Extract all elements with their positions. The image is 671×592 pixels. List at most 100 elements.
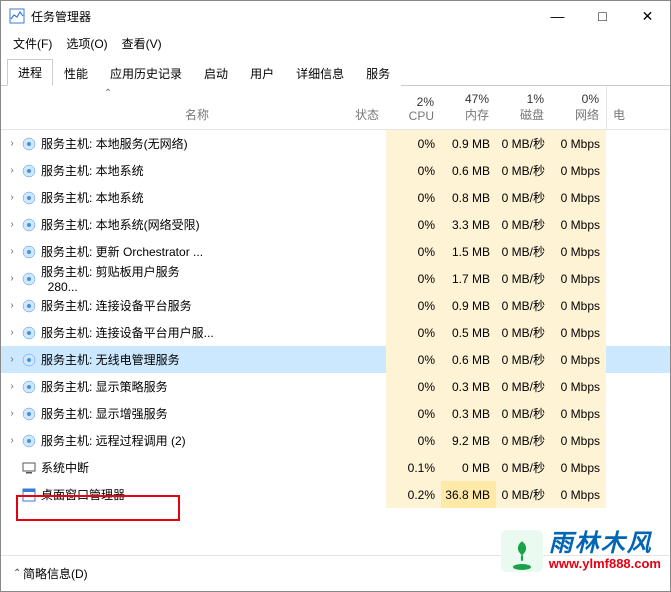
cell-disk: 0 MB/秒 xyxy=(496,292,551,319)
column-network[interactable]: 0% 网络 xyxy=(551,86,606,129)
table-row[interactable]: ›服务主机: 显示策略服务0%0.3 MB0 MB/秒0 Mbps xyxy=(1,373,670,400)
table-row[interactable]: 桌面窗口管理器0.2%36.8 MB0 MB/秒0 Mbps xyxy=(1,481,670,508)
cell-network: 0 Mbps xyxy=(551,454,606,481)
cell-cpu: 0% xyxy=(386,184,441,211)
brief-info-button[interactable]: 简略信息(D) xyxy=(23,565,88,582)
expand-chevron-icon[interactable]: › xyxy=(5,138,19,149)
column-disk[interactable]: 1% 磁盘 xyxy=(496,86,551,129)
expand-chevron-icon[interactable]: › xyxy=(5,408,19,419)
cell-memory: 36.8 MB xyxy=(441,481,496,508)
cell-network: 0 Mbps xyxy=(551,184,606,211)
expand-chevron-icon[interactable]: › xyxy=(5,327,19,338)
process-rows: ›服务主机: 本地服务(无网络)0%0.9 MB0 MB/秒0 Mbps›服务主… xyxy=(1,130,670,555)
expand-chevron-icon[interactable]: › xyxy=(5,354,19,365)
column-name-label: 名称 xyxy=(7,106,209,123)
cell-status xyxy=(216,211,386,238)
app-icon xyxy=(9,8,25,24)
cell-disk: 0 MB/秒 xyxy=(496,184,551,211)
cell-status xyxy=(216,319,386,346)
process-name: 服务主机: 远程过程调用 (2) xyxy=(41,432,186,449)
cell-extra xyxy=(606,211,620,238)
expand-chevron-icon[interactable]: › xyxy=(5,273,19,284)
cell-disk: 0 MB/秒 xyxy=(496,346,551,373)
expand-chevron-icon[interactable]: › xyxy=(5,381,19,392)
table-row[interactable]: 系统中断0.1%0 MB0 MB/秒0 Mbps xyxy=(1,454,670,481)
tab-users[interactable]: 用户 xyxy=(239,60,285,86)
cell-network: 0 Mbps xyxy=(551,238,606,265)
cell-cpu: 0% xyxy=(386,238,441,265)
network-percent: 0% xyxy=(557,92,599,106)
tab-performance[interactable]: 性能 xyxy=(53,60,99,86)
cell-extra xyxy=(606,454,620,481)
expand-chevron-icon[interactable]: › xyxy=(5,192,19,203)
collapse-chevron-icon[interactable]: ⌃ xyxy=(9,568,23,579)
cell-memory: 0.8 MB xyxy=(441,184,496,211)
close-button[interactable]: ✕ xyxy=(625,1,670,31)
disk-percent: 1% xyxy=(502,92,544,106)
cell-memory: 0.3 MB xyxy=(441,373,496,400)
cell-status xyxy=(216,427,386,454)
table-row[interactable]: › 服务主机: 本地系统 0%0.8 MB0 MB/秒0 Mbps xyxy=(1,184,670,211)
menu-view[interactable]: 查看(V) xyxy=(120,33,164,54)
cell-status xyxy=(216,157,386,184)
expand-chevron-icon[interactable]: › xyxy=(5,165,19,176)
process-icon xyxy=(21,244,37,260)
table-row[interactable]: ›服务主机: 本地服务(无网络)0%0.9 MB0 MB/秒0 Mbps xyxy=(1,130,670,157)
table-row[interactable]: ›服务主机: 剪贴板用户服务_280...0%1.7 MB0 MB/秒0 Mbp… xyxy=(1,265,670,292)
expand-chevron-icon[interactable]: › xyxy=(5,435,19,446)
cell-disk: 0 MB/秒 xyxy=(496,319,551,346)
expand-chevron-icon[interactable]: › xyxy=(5,219,19,230)
table-row[interactable]: ›服务主机: 连接设备平台用户服...0%0.5 MB0 MB/秒0 Mbps xyxy=(1,319,670,346)
tab-app-history[interactable]: 应用历史记录 xyxy=(99,60,193,86)
process-icon xyxy=(21,136,37,152)
process-name: 服务主机: 显示增强服务 xyxy=(41,405,168,422)
cell-memory: 1.5 MB xyxy=(441,238,496,265)
window-controls: — □ ✕ xyxy=(535,1,670,31)
table-row[interactable]: ›服务主机: 连接设备平台服务0%0.9 MB0 MB/秒0 Mbps xyxy=(1,292,670,319)
cell-status xyxy=(216,130,386,157)
process-name: 服务主机: 更新 Orchestrator ... xyxy=(41,243,203,260)
cell-network: 0 Mbps xyxy=(551,373,606,400)
minimize-button[interactable]: — xyxy=(535,1,580,31)
table-row[interactable]: ›服务主机: 更新 Orchestrator ...0%1.5 MB0 MB/秒… xyxy=(1,238,670,265)
expand-chevron-icon[interactable]: › xyxy=(5,300,19,311)
column-name[interactable]: ⌃ 名称 xyxy=(1,86,216,129)
cell-status xyxy=(216,400,386,427)
column-extra[interactable]: 电 xyxy=(606,86,620,129)
column-status[interactable]: 状态 xyxy=(216,86,386,129)
column-status-label: 状态 xyxy=(222,106,379,123)
cell-extra xyxy=(606,184,620,211)
cpu-label: CPU xyxy=(392,109,434,123)
cell-extra xyxy=(606,346,620,373)
memory-percent: 47% xyxy=(447,92,489,106)
table-row[interactable]: ›服务主机: 远程过程调用 (2)0%9.2 MB0 MB/秒0 Mbps xyxy=(1,427,670,454)
table-row[interactable]: ›服务主机: 本地系统(网络受限)0%3.3 MB0 MB/秒0 Mbps xyxy=(1,211,670,238)
cell-memory: 0.9 MB xyxy=(441,292,496,319)
cell-disk: 0 MB/秒 xyxy=(496,427,551,454)
cell-cpu: 0% xyxy=(386,292,441,319)
expand-chevron-icon[interactable]: › xyxy=(5,246,19,257)
title-bar[interactable]: 任务管理器 — □ ✕ xyxy=(1,1,670,31)
cell-memory: 1.7 MB xyxy=(441,265,496,292)
menu-options[interactable]: 选项(O) xyxy=(64,33,109,54)
menu-file[interactable]: 文件(F) xyxy=(11,33,54,54)
process-icon xyxy=(21,298,37,314)
column-memory[interactable]: 47% 内存 xyxy=(441,86,496,129)
cell-network: 0 Mbps xyxy=(551,319,606,346)
table-row[interactable]: ›服务主机: 本地系统0%0.6 MB0 MB/秒0 Mbps xyxy=(1,157,670,184)
column-cpu[interactable]: 2% CPU xyxy=(386,86,441,129)
cell-cpu: 0% xyxy=(386,157,441,184)
maximize-button[interactable]: □ xyxy=(580,1,625,31)
cell-extra xyxy=(606,481,620,508)
tab-details[interactable]: 详细信息 xyxy=(285,60,355,86)
table-row[interactable]: ›服务主机: 无线电管理服务0%0.6 MB0 MB/秒0 Mbps xyxy=(1,346,670,373)
tab-processes[interactable]: 进程 xyxy=(7,59,53,86)
process-name: 服务主机: 本地系统 xyxy=(41,189,144,206)
process-name: 服务主机: 本地服务(无网络) xyxy=(41,135,188,152)
column-headers: ⌃ 名称 状态 2% CPU 47% 内存 1% 磁盘 0% 网络 xyxy=(1,86,670,130)
table-row[interactable]: ›服务主机: 显示增强服务0%0.3 MB0 MB/秒0 Mbps xyxy=(1,400,670,427)
tab-services[interactable]: 服务 xyxy=(355,60,401,86)
cell-extra xyxy=(606,157,620,184)
cell-status xyxy=(216,292,386,319)
tab-startup[interactable]: 启动 xyxy=(193,60,239,86)
